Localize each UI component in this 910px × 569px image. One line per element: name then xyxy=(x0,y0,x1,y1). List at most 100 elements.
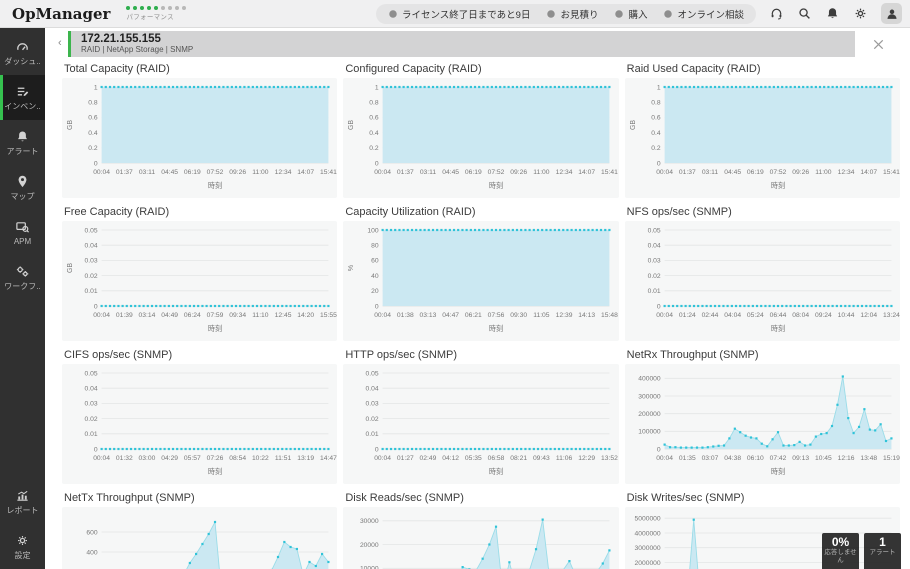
status-badge-label: 応答しません xyxy=(824,549,857,564)
svg-text:03:11: 03:11 xyxy=(701,169,718,176)
svg-text:0.04: 0.04 xyxy=(85,242,98,249)
svg-text:05:57: 05:57 xyxy=(184,455,201,462)
pill-button-license[interactable]: ライセンス終了日まであと9日 xyxy=(381,6,538,22)
charts-grid: Total Capacity (RAID) 0 0.2 0.4 0.6 0.8 1 00:0… xyxy=(62,62,900,569)
svg-text:10000: 10000 xyxy=(360,566,379,569)
bell-icon[interactable] xyxy=(825,6,840,21)
chart-card-capacity-utilization: Capacity Utilization (RAID) 0 20 40 60 80 100… xyxy=(343,205,619,341)
svg-text:GB: GB xyxy=(630,120,637,130)
svg-text:00:04: 00:04 xyxy=(656,312,673,319)
carousel-dot[interactable] xyxy=(140,6,145,10)
sidebar-item-inventory[interactable]: インベン.. xyxy=(0,75,45,120)
svg-text:00:04: 00:04 xyxy=(375,455,392,462)
main-content: ‹ 172.21.155.155 RAID | NetApp Storage |… xyxy=(45,28,910,569)
carousel-dot[interactable] xyxy=(175,6,180,10)
device-header-row: 172.21.155.155 RAID | NetApp Storage | S… xyxy=(68,31,900,57)
pill-button-consult[interactable]: オンライン相談 xyxy=(656,6,751,22)
svg-text:40: 40 xyxy=(372,273,380,280)
pill-button-quote[interactable]: お見積り xyxy=(539,6,605,22)
status-badge-value: 1 xyxy=(879,535,886,549)
svg-text:12:04: 12:04 xyxy=(860,312,877,319)
carousel-dot[interactable] xyxy=(154,6,159,10)
svg-text:0.2: 0.2 xyxy=(651,145,661,152)
svg-text:00:04: 00:04 xyxy=(656,455,673,462)
svg-text:100000: 100000 xyxy=(638,429,661,436)
carousel-dot[interactable] xyxy=(147,6,152,10)
workflow-icon xyxy=(15,264,30,279)
chart-panel[interactable]: 0 0.2 0.4 0.6 0.8 1 00:04 01:37 03:11 04:45 06:19 0… xyxy=(62,78,338,198)
svg-text:時刻: 時刻 xyxy=(771,467,785,476)
search-icon[interactable] xyxy=(797,6,812,21)
svg-text:14:47: 14:47 xyxy=(320,455,337,462)
svg-text:05:24: 05:24 xyxy=(747,312,764,319)
svg-text:01:32: 01:32 xyxy=(116,455,133,462)
carousel-dot[interactable] xyxy=(126,6,131,10)
sidebar-item-maps[interactable]: マップ xyxy=(0,165,45,210)
chart-panel[interactable]: 0200400600 xyxy=(62,507,338,569)
sidebar-item-dashboard[interactable]: ダッシュ.. xyxy=(0,30,45,75)
license-icon xyxy=(388,9,398,19)
svg-text:0.05: 0.05 xyxy=(85,227,98,234)
chart-panel[interactable]: 0 100000 200000 300000 400000 00:04 01:35 03:07… xyxy=(624,364,900,484)
carousel-dot[interactable] xyxy=(161,6,166,10)
dashboard-carousel[interactable]: パフォーマンス xyxy=(126,6,187,21)
pill-button-purchase[interactable]: 購入 xyxy=(607,6,654,22)
sidebar-item-workflow[interactable]: ワークフ.. xyxy=(0,255,45,300)
svg-text:09:26: 09:26 xyxy=(511,169,528,176)
status-badge-alarms[interactable]: 1 アラート xyxy=(864,533,901,569)
chart-panel[interactable]: 0 0.01 0.02 0.03 0.04 0.05 00:04 01:39 03:14 04:4… xyxy=(62,221,338,341)
chart-plot: 0 0.2 0.4 0.6 0.8 1 00:04 01:37 03:11 04:45 06:19 0… xyxy=(630,84,900,190)
sidebar-collapse-button[interactable]: ‹ xyxy=(58,38,62,49)
svg-text:01:38: 01:38 xyxy=(397,312,414,319)
svg-text:12:29: 12:29 xyxy=(579,455,596,462)
chart-title: Total Capacity (RAID) xyxy=(64,63,170,75)
chart-card-cifs-ops: CIFS ops/sec (SNMP) 0 0.01 0.02 0.03 0.04 0.0… xyxy=(62,348,338,484)
user-avatar[interactable] xyxy=(881,3,902,24)
svg-text:09:24: 09:24 xyxy=(815,312,832,319)
svg-text:0.03: 0.03 xyxy=(85,258,98,265)
gear-icon[interactable] xyxy=(853,6,868,21)
sidebar-item-settings[interactable]: 設定 xyxy=(0,524,45,569)
sidebar-item-label: アラート xyxy=(6,146,39,156)
status-badge-availability[interactable]: 0% 応答しません xyxy=(822,533,859,569)
chart-panel[interactable]: 0100002000030000 xyxy=(343,507,619,569)
chart-panel[interactable]: 0 0.01 0.02 0.03 0.04 0.05 00:04 01:24 02:44 04:0… xyxy=(624,221,900,341)
carousel-dot[interactable] xyxy=(182,6,187,10)
carousel-dots[interactable] xyxy=(126,6,187,10)
chart-panel[interactable]: 0 0.2 0.4 0.6 0.8 1 00:04 01:37 03:11 04:45 06:19 0… xyxy=(624,78,900,198)
svg-text:02:44: 02:44 xyxy=(701,312,718,319)
svg-text:03:11: 03:11 xyxy=(139,169,156,176)
chart-card-nfs-ops: NFS ops/sec (SNMP) 0 0.01 0.02 0.03 0.04 0.05… xyxy=(624,205,900,341)
svg-text:04:45: 04:45 xyxy=(443,169,460,176)
svg-text:400000: 400000 xyxy=(638,376,661,383)
svg-text:07:52: 07:52 xyxy=(207,169,224,176)
svg-text:01:37: 01:37 xyxy=(116,169,133,176)
chart-plot: 0 0.01 0.02 0.03 0.04 0.05 00:04 01:24 02:44 04:0… xyxy=(647,227,899,333)
chart-panel[interactable]: 0 20 40 60 80 100 00:04 01:38 03:13 04:47 06:21 07:… xyxy=(343,221,619,341)
chart-panel[interactable]: 0 0.2 0.4 0.6 0.8 1 00:04 01:37 03:11 04:45 06:19 0… xyxy=(343,78,619,198)
svg-text:2000000: 2000000 xyxy=(634,560,660,567)
sidebar-item-apm[interactable]: APM xyxy=(0,210,45,255)
sidebar-item-reports[interactable]: レポート xyxy=(0,479,45,524)
carousel-dot[interactable] xyxy=(168,6,173,10)
chart-panel[interactable]: 0 0.01 0.02 0.03 0.04 0.05 00:04 01:27 02:49 04:1… xyxy=(343,364,619,484)
sidebar-item-alerts[interactable]: アラート xyxy=(0,120,45,165)
svg-text:0.8: 0.8 xyxy=(651,99,661,106)
svg-text:時刻: 時刻 xyxy=(771,181,785,190)
dashboard-icon xyxy=(15,39,30,54)
svg-text:15:41: 15:41 xyxy=(883,169,900,176)
svg-text:08:04: 08:04 xyxy=(792,312,809,319)
chart-title: Capacity Utilization (RAID) xyxy=(345,206,476,218)
close-icon[interactable] xyxy=(871,37,886,52)
carousel-dot[interactable] xyxy=(133,6,138,10)
chart-panel[interactable]: 0 0.01 0.02 0.03 0.04 0.05 00:04 01:32 03:00 04:2… xyxy=(62,364,338,484)
headset-icon[interactable] xyxy=(769,6,784,21)
svg-text:11:10: 11:10 xyxy=(252,312,269,319)
svg-text:00:04: 00:04 xyxy=(375,169,392,176)
svg-text:10:45: 10:45 xyxy=(815,455,832,462)
svg-text:12:16: 12:16 xyxy=(837,455,854,462)
topbar-actions: ライセンス終了日まであと9日 お見積り 購入 オンライン相談 xyxy=(375,3,902,24)
svg-text:05:35: 05:35 xyxy=(465,455,482,462)
sidebar-item-label: インベン.. xyxy=(4,101,41,111)
